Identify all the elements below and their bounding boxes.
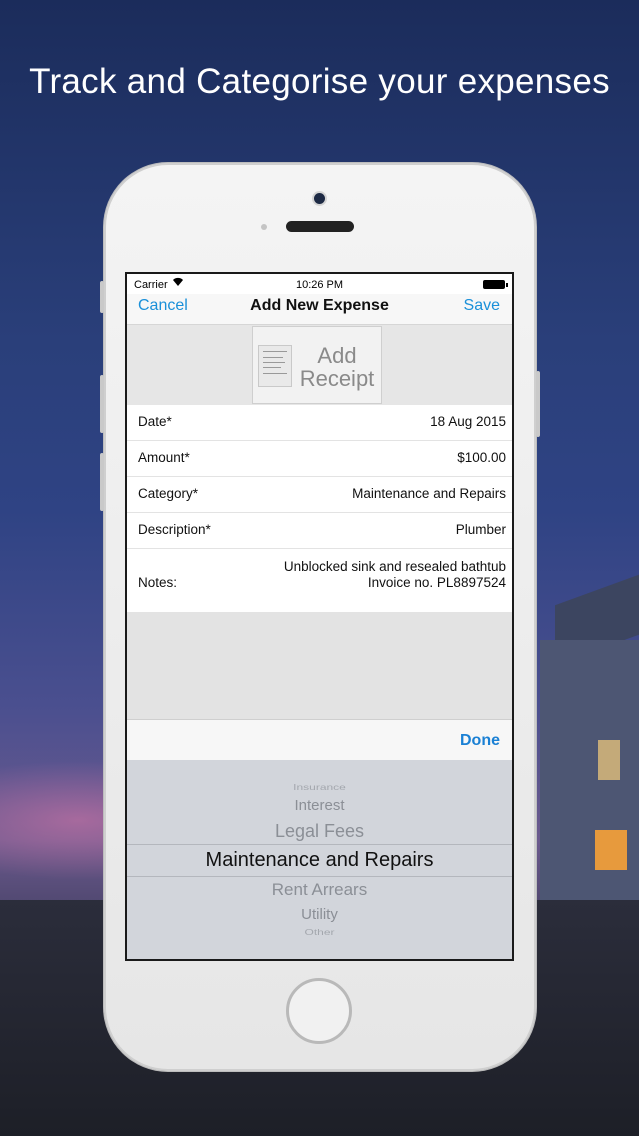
picker-item[interactable]: Rent Arrears [127, 880, 512, 900]
background-window-lit [595, 830, 627, 870]
status-bar: Carrier 10:26 PM [127, 274, 512, 294]
form-background [127, 612, 512, 719]
home-button[interactable] [286, 978, 352, 1044]
receipt-icon [258, 345, 292, 387]
category-value: Maintenance and Repairs [352, 486, 506, 501]
category-picker[interactable]: Insurance Interest Legal Fees Maintenanc… [127, 760, 512, 959]
save-button[interactable]: Save [464, 297, 500, 315]
navigation-bar: Cancel Add New Expense Save [127, 294, 512, 325]
done-button[interactable]: Done [460, 732, 500, 750]
notes-value: Unblocked sink and resealed bathtub Invo… [284, 559, 506, 591]
picker-item[interactable]: Utility [127, 906, 512, 923]
page-title: Add New Expense [250, 297, 389, 314]
notes-row[interactable]: Notes: Unblocked sink and resealed batht… [127, 549, 512, 615]
notes-line1: Unblocked sink and resealed bathtub [283, 559, 506, 574]
amount-value: $100.00 [457, 450, 506, 465]
notes-label: Notes: [138, 575, 178, 590]
volume-up-button [100, 375, 104, 433]
description-value: Plumber [455, 522, 506, 537]
picker-selection-bottom [127, 876, 512, 877]
proximity-sensor [261, 224, 267, 230]
mute-switch [100, 281, 104, 313]
picker-item[interactable]: Other [127, 927, 512, 937]
volume-down-button [100, 453, 104, 511]
add-receipt-line2: Receipt [299, 366, 375, 391]
earpiece-speaker [286, 221, 354, 232]
add-receipt-button[interactable]: Add Receipt [252, 326, 382, 404]
picker-toolbar: Done [127, 719, 512, 761]
headline: Track and Categorise your expenses [29, 62, 610, 101]
notes-line2: Invoice no. PL8897524 [367, 575, 506, 590]
picker-item[interactable]: Legal Fees [127, 821, 512, 842]
date-value: 18 Aug 2015 [430, 414, 506, 429]
expense-form: Date* 18 Aug 2015 Amount* $100.00 Catego… [127, 405, 512, 615]
category-row[interactable]: Category* Maintenance and Repairs [127, 477, 512, 513]
add-receipt-label: Add Receipt [297, 344, 377, 390]
phone-screen: Carrier 10:26 PM Cancel Add New Expense … [125, 272, 514, 961]
background-window [598, 740, 620, 780]
picker-item[interactable]: Interest [127, 797, 512, 814]
description-label: Description* [138, 522, 211, 537]
status-time: 10:26 PM [295, 279, 344, 291]
date-label: Date* [138, 414, 172, 429]
amount-label: Amount* [138, 450, 190, 465]
category-label: Category* [138, 486, 199, 501]
picker-selection-top [127, 844, 512, 845]
receipt-area: Add Receipt [127, 325, 512, 405]
description-row[interactable]: Description* Plumber [127, 513, 512, 549]
battery-icon [483, 280, 508, 289]
date-row[interactable]: Date* 18 Aug 2015 [127, 405, 512, 441]
picker-item-selected[interactable]: Maintenance and Repairs [127, 849, 512, 872]
power-button [536, 371, 540, 437]
front-camera [314, 193, 325, 204]
amount-row[interactable]: Amount* $100.00 [127, 441, 512, 477]
add-receipt-line1: Add [317, 343, 357, 368]
picker-item[interactable]: Insurance [127, 782, 512, 792]
